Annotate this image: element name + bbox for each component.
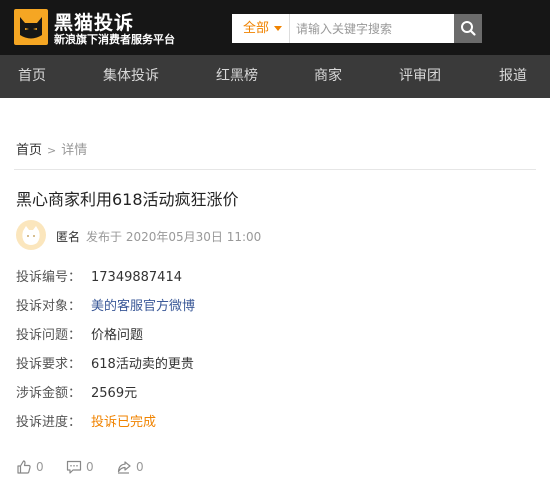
comment-icon bbox=[66, 460, 82, 474]
field-row-amount: 涉诉金额： 2569元 bbox=[16, 382, 137, 401]
nav-item-collective[interactable]: 集体投诉 bbox=[103, 55, 159, 98]
nav-item-reports[interactable]: 报道 bbox=[499, 55, 527, 98]
field-label: 投诉要求： bbox=[16, 357, 82, 372]
cat-avatar-icon bbox=[22, 226, 40, 245]
nav-item-jury[interactable]: 评审团 bbox=[399, 55, 441, 98]
chevron-down-icon bbox=[274, 26, 282, 31]
avatar[interactable] bbox=[16, 220, 46, 250]
complaint-demand: 618活动卖的更贵 bbox=[91, 357, 194, 372]
share-icon bbox=[117, 461, 131, 474]
field-label: 投诉问题： bbox=[16, 328, 82, 343]
search-icon bbox=[461, 21, 476, 36]
field-row-progress: 投诉进度： 投诉已完成 bbox=[16, 411, 156, 430]
comment-count: 0 bbox=[86, 460, 94, 474]
breadcrumb-current: 详情 bbox=[61, 143, 88, 158]
field-label: 投诉对象： bbox=[16, 299, 82, 314]
share-count: 0 bbox=[136, 460, 144, 474]
field-row-id: 投诉编号： 17349887414 bbox=[16, 266, 182, 285]
field-row-demand: 投诉要求： 618活动卖的更贵 bbox=[16, 353, 194, 372]
publish-time: 发布于 2020年05月30日 11:00 bbox=[86, 230, 262, 244]
author-name: 匿名 bbox=[56, 230, 81, 244]
nav-item-home[interactable]: 首页 bbox=[18, 55, 46, 98]
site-header: 黑猫投诉 新浪旗下消费者服务平台 全部 bbox=[0, 0, 550, 55]
complaint-target-link[interactable]: 美的客服官方微博 bbox=[91, 299, 195, 314]
breadcrumb: 首页 > 详情 bbox=[16, 139, 87, 158]
nav-item-ranking[interactable]: 红黑榜 bbox=[216, 55, 258, 98]
field-row-issue: 投诉问题： 价格问题 bbox=[16, 324, 143, 343]
search-category-label: 全部 bbox=[243, 21, 270, 36]
breadcrumb-home[interactable]: 首页 bbox=[16, 143, 42, 158]
field-label: 涉诉金额： bbox=[16, 386, 82, 401]
complaint-id: 17349887414 bbox=[91, 270, 182, 285]
like-count: 0 bbox=[36, 460, 44, 474]
logo-subtitle: 新浪旗下消费者服务平台 bbox=[54, 33, 175, 46]
complaint-status: 投诉已完成 bbox=[91, 415, 157, 430]
divider bbox=[14, 169, 536, 170]
search-bar: 全部 bbox=[232, 14, 482, 43]
nav-item-merchants[interactable]: 商家 bbox=[314, 55, 342, 98]
search-button[interactable] bbox=[454, 14, 482, 43]
main-nav: 首页 集体投诉 红黑榜 商家 评审团 报道 bbox=[0, 55, 550, 98]
field-row-target: 投诉对象： 美的客服官方微博 bbox=[16, 295, 195, 314]
complaint-title: 黑心商家利用618活动疯狂涨价 bbox=[16, 190, 239, 209]
breadcrumb-separator: > bbox=[47, 144, 57, 157]
field-label: 投诉编号： bbox=[16, 270, 82, 285]
field-label: 投诉进度： bbox=[16, 415, 82, 430]
search-input[interactable] bbox=[290, 14, 454, 43]
search-category-select[interactable]: 全部 bbox=[232, 14, 290, 43]
complaint-amount: 2569元 bbox=[91, 386, 138, 401]
complaint-issue: 价格问题 bbox=[91, 328, 144, 343]
cat-logo-icon[interactable] bbox=[14, 9, 48, 45]
thumbs-up-icon bbox=[17, 460, 31, 474]
